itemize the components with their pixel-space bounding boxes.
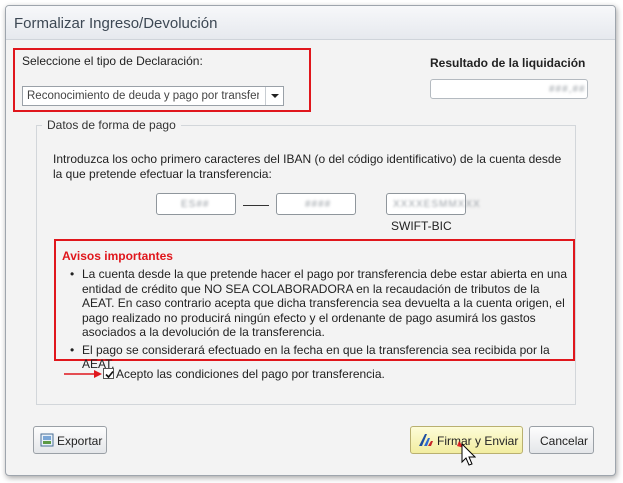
cancel-button[interactable]: Cancelar (529, 426, 594, 454)
accept-conditions-label[interactable]: Acepto las condiciones del pago por tran… (116, 367, 385, 381)
check-icon (105, 370, 114, 379)
dialog-title: Formalizar Ingreso/Devolución (14, 15, 218, 32)
iban-part2-value: #### (305, 199, 332, 210)
notices-title: Avisos importantes (62, 249, 173, 263)
result-field: ###,## (430, 79, 588, 99)
title-bar: Formalizar Ingreso/Devolución (6, 6, 615, 40)
iban-instructions: Introduzca los ocho primero caracteres d… (53, 152, 562, 181)
result-label: Resultado de la liquidación (430, 56, 586, 70)
export-button[interactable]: Exportar (33, 426, 107, 454)
swift-bic-input[interactable]: XXXXESMMXXX (386, 193, 480, 215)
swift-bic-label: SWIFT-BIC (391, 219, 452, 233)
accept-checkbox[interactable] (103, 368, 114, 379)
declaration-type-value: Reconocimiento de deuda y pago por trans… (27, 90, 259, 102)
sign-and-send-label: Firmar y Enviar (437, 434, 519, 448)
iban-part1-input[interactable]: ES## (156, 193, 236, 215)
aeat-logo-icon (419, 434, 433, 446)
iban-separator (243, 205, 269, 206)
red-arrow-icon (64, 370, 102, 378)
cancel-button-label: Cancelar (540, 434, 589, 448)
result-value: ###,## (549, 84, 586, 95)
export-icon (40, 433, 54, 447)
notices-list: La cuenta desde la que pretende hacer el… (62, 267, 568, 375)
payment-legend: Datos de forma de pago (42, 118, 181, 132)
export-button-label: Exportar (57, 434, 103, 448)
mouse-cursor-icon (457, 441, 476, 466)
iban-part2-input[interactable]: #### (276, 193, 356, 215)
declaration-type-select[interactable]: Reconocimiento de deuda y pago por trans… (22, 86, 284, 106)
swift-bic-value: XXXXESMMXXX (393, 199, 481, 210)
declaration-type-label: Seleccione el tipo de Declaración: (22, 54, 203, 68)
iban-part1-value: ES## (181, 199, 210, 210)
notice-item: La cuenta desde la que pretende hacer el… (62, 267, 568, 340)
chevron-down-icon[interactable] (265, 87, 283, 105)
